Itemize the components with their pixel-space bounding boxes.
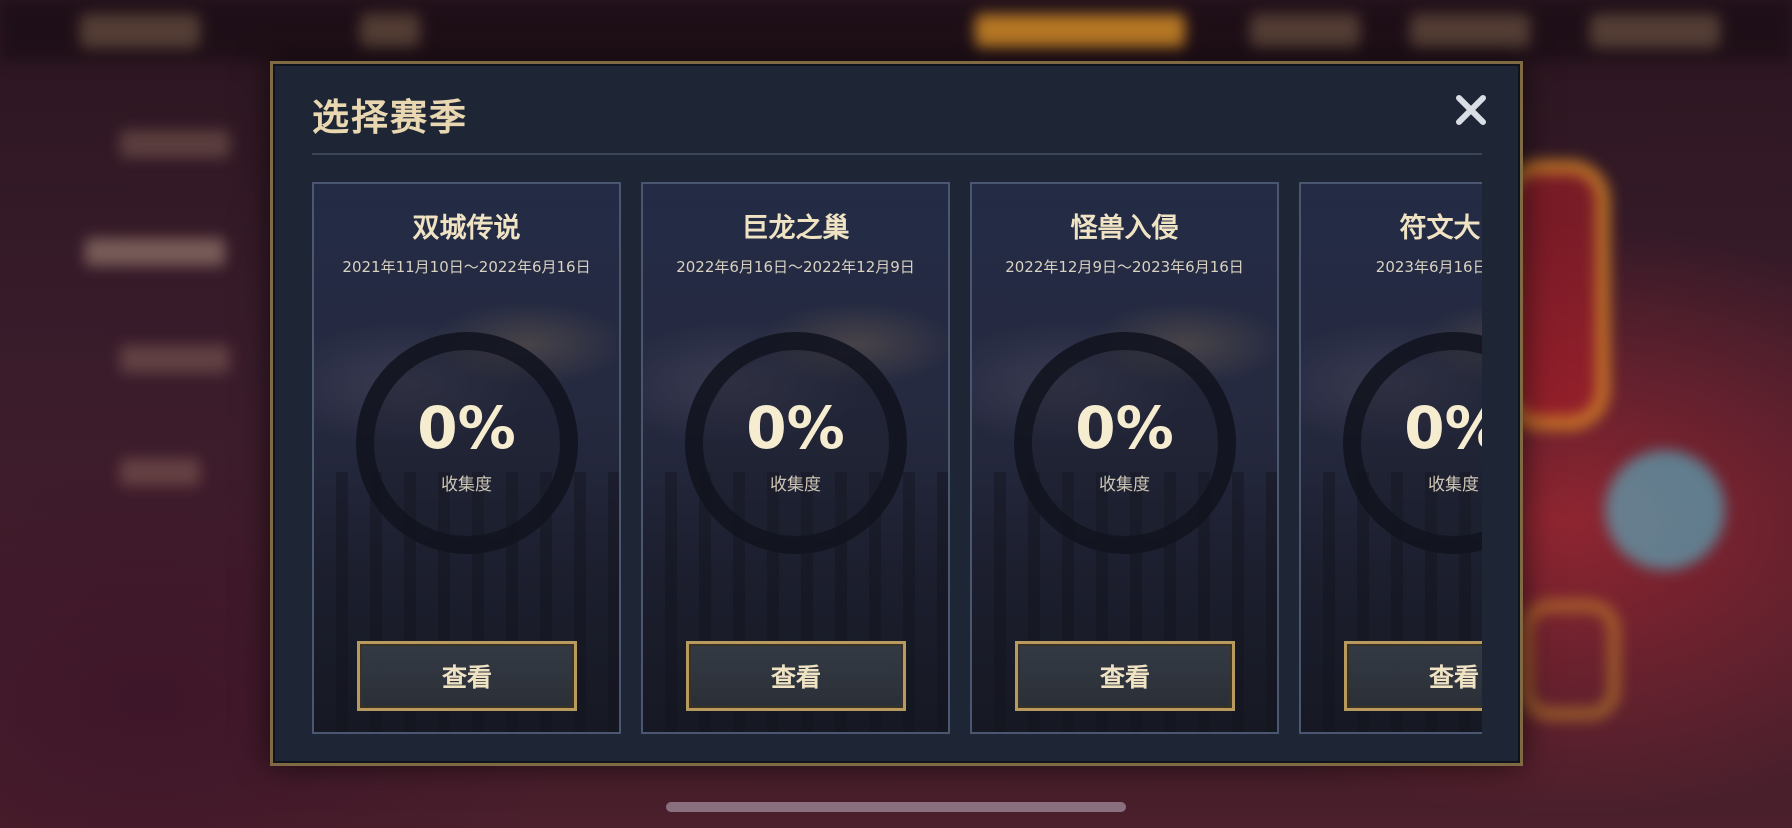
close-icon xyxy=(1456,95,1486,125)
collection-percent: 0% xyxy=(746,394,845,462)
collection-percent: 0% xyxy=(1075,394,1174,462)
season-card: 双城传说 2021年11月10日～2022年6月16日 0% 收集度 查看 xyxy=(312,182,621,734)
background-sidebar-item xyxy=(85,238,225,266)
view-button[interactable]: 查看 xyxy=(686,641,906,711)
season-dates: 2021年11月10日～2022年6月16日 xyxy=(342,258,591,276)
collection-label: 收集度 xyxy=(1428,475,1479,495)
background-pill xyxy=(80,14,200,48)
view-button[interactable]: 查看 xyxy=(1344,641,1482,711)
season-name: 符文大陆 xyxy=(1399,213,1483,244)
season-card: 巨龙之巢 2022年6月16日～2022年12月9日 0% 收集度 查看 xyxy=(641,182,950,734)
background-sidebar-item xyxy=(120,458,200,486)
season-name: 怪兽入侵 xyxy=(1070,213,1179,244)
collection-percent: 0% xyxy=(1404,394,1482,462)
season-card: 符文大陆 2023年6月16日～202 0% 收集度 查看 xyxy=(1299,182,1482,734)
view-button[interactable]: 查看 xyxy=(357,641,577,711)
close-button[interactable] xyxy=(1449,88,1493,132)
title-divider xyxy=(312,153,1482,155)
select-season-modal: 选择赛季 双城传说 2021年11月10日～2022年6月16日 0% 收集度 … xyxy=(270,61,1523,766)
collection-label: 收集度 xyxy=(770,475,821,495)
background-pill xyxy=(1410,14,1530,48)
season-dates: 2022年6月16日～2022年12月9日 xyxy=(676,258,915,276)
collection-label: 收集度 xyxy=(1099,475,1150,495)
background-topbar xyxy=(0,0,1792,62)
background-orb xyxy=(1605,450,1725,570)
background-badge xyxy=(1520,600,1620,720)
background-sidebar-item xyxy=(120,130,230,158)
background-pill xyxy=(360,14,420,48)
season-name: 巨龙之巢 xyxy=(741,213,850,244)
modal-title: 选择赛季 xyxy=(312,96,468,139)
season-card-list: 双城传说 2021年11月10日～2022年6月16日 0% 收集度 查看 巨龙… xyxy=(312,182,1482,738)
background-sidebar-item xyxy=(120,345,230,373)
season-name: 双城传说 xyxy=(412,213,521,244)
home-indicator[interactable] xyxy=(666,802,1126,812)
season-card: 怪兽入侵 2022年12月9日～2023年6月16日 0% 收集度 查看 xyxy=(970,182,1279,734)
background-pill xyxy=(1250,14,1360,48)
season-dates: 2023年6月16日～202 xyxy=(1375,258,1482,276)
season-dates: 2022年12月9日～2023年6月16日 xyxy=(1005,258,1244,276)
background-pill xyxy=(1590,14,1720,48)
background-pill xyxy=(975,14,1185,48)
collection-label: 收集度 xyxy=(441,475,492,495)
view-button[interactable]: 查看 xyxy=(1015,641,1235,711)
collection-percent: 0% xyxy=(417,394,516,462)
